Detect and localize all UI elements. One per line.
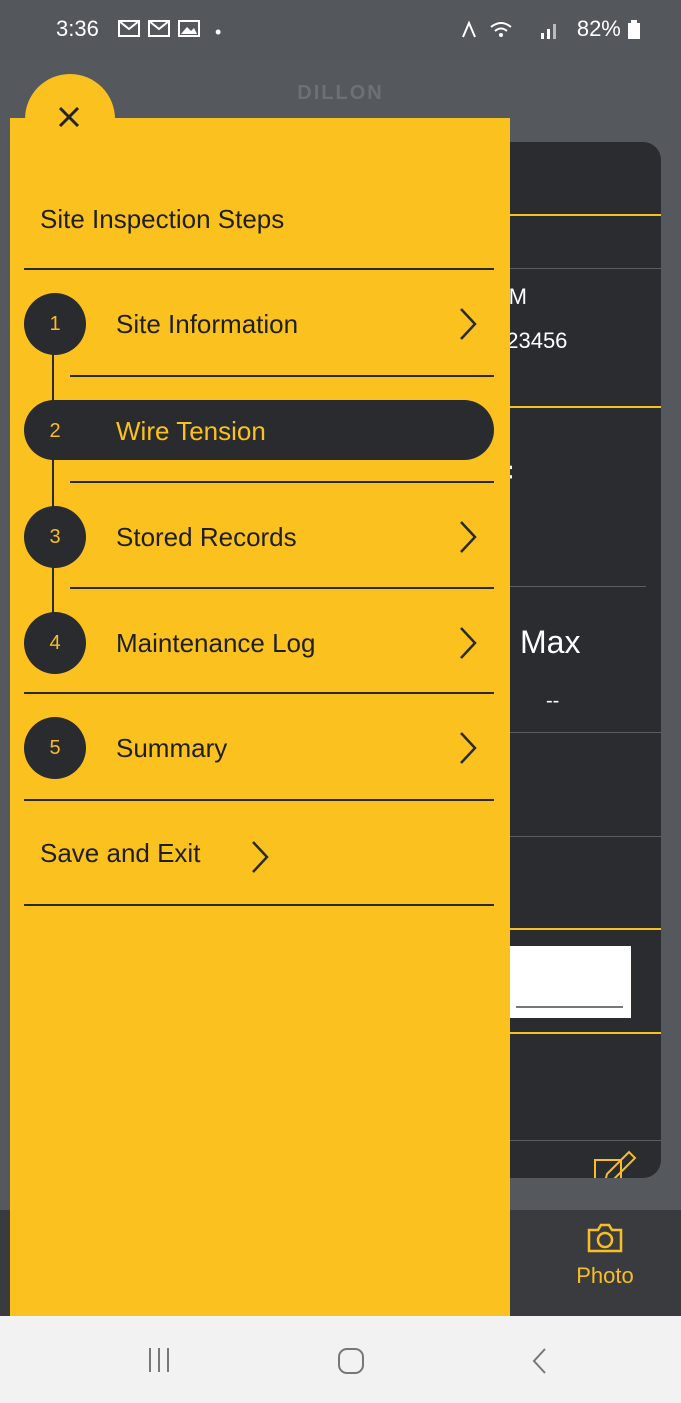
step-wire-tension[interactable]: 2 Wire Tension [24,400,494,460]
divider [70,481,494,483]
card-divider [494,586,646,587]
dot-icon: • [215,22,228,42]
step-stored-records[interactable]: 3 Stored Records [24,506,494,568]
status-right: 82% [461,16,641,42]
chevron-right-icon [252,841,269,873]
input-underline [516,1006,623,1008]
step-number-badge: 4 [24,612,86,674]
max-label: Max [520,624,581,660]
step-label: Site Information [116,309,299,339]
status-bar: 3:36 • 82% [0,0,681,62]
step-label: Summary [116,733,228,763]
battery-percent: 82% [576,16,621,41]
step-number-badge: 3 [24,506,86,568]
divider [24,692,494,694]
chevron-right-icon [460,308,477,340]
email-icon [118,20,200,37]
edit-icon[interactable] [593,1150,637,1178]
system-nav-bar [0,1316,681,1403]
drawer-title: Site Inspection Steps [40,204,285,234]
status-time: 3:36 [56,16,99,41]
chevron-right-icon [460,732,477,764]
signal-wifi-icon [461,20,556,40]
close-icon[interactable] [52,100,86,134]
recent-apps-icon[interactable] [146,1346,172,1374]
step-maintenance-log[interactable]: 4 Maintenance Log [24,612,494,674]
save-exit-button[interactable]: Save and Exit [40,838,200,869]
notification-icons: • [118,18,227,43]
battery-icon [628,20,640,40]
back-icon[interactable] [530,1346,550,1376]
step-label: Stored Records [116,522,297,552]
photo-label: Photo [576,1263,634,1288]
step-label: Maintenance Log [116,628,316,658]
step-number-badge: 5 [24,717,86,779]
photo-tab[interactable]: Photo [560,1222,650,1302]
chevron-right-icon [460,627,477,659]
divider [70,587,494,589]
max-value: -- [546,690,560,712]
divider [70,375,494,377]
step-number-badge: 1 [24,293,86,355]
divider [24,268,494,270]
divider [24,799,494,801]
step-label: Wire Tension [116,416,266,446]
home-icon[interactable] [336,1346,366,1376]
step-timeline [52,324,54,644]
chevron-right-icon [460,521,477,553]
step-site-information[interactable]: 1 Site Information [24,293,494,355]
divider [24,904,494,906]
step-number-badge: 2 [49,420,61,442]
step-summary[interactable]: 5 Summary [24,717,494,779]
card-input[interactable] [510,946,631,1018]
camera-icon [587,1223,623,1253]
